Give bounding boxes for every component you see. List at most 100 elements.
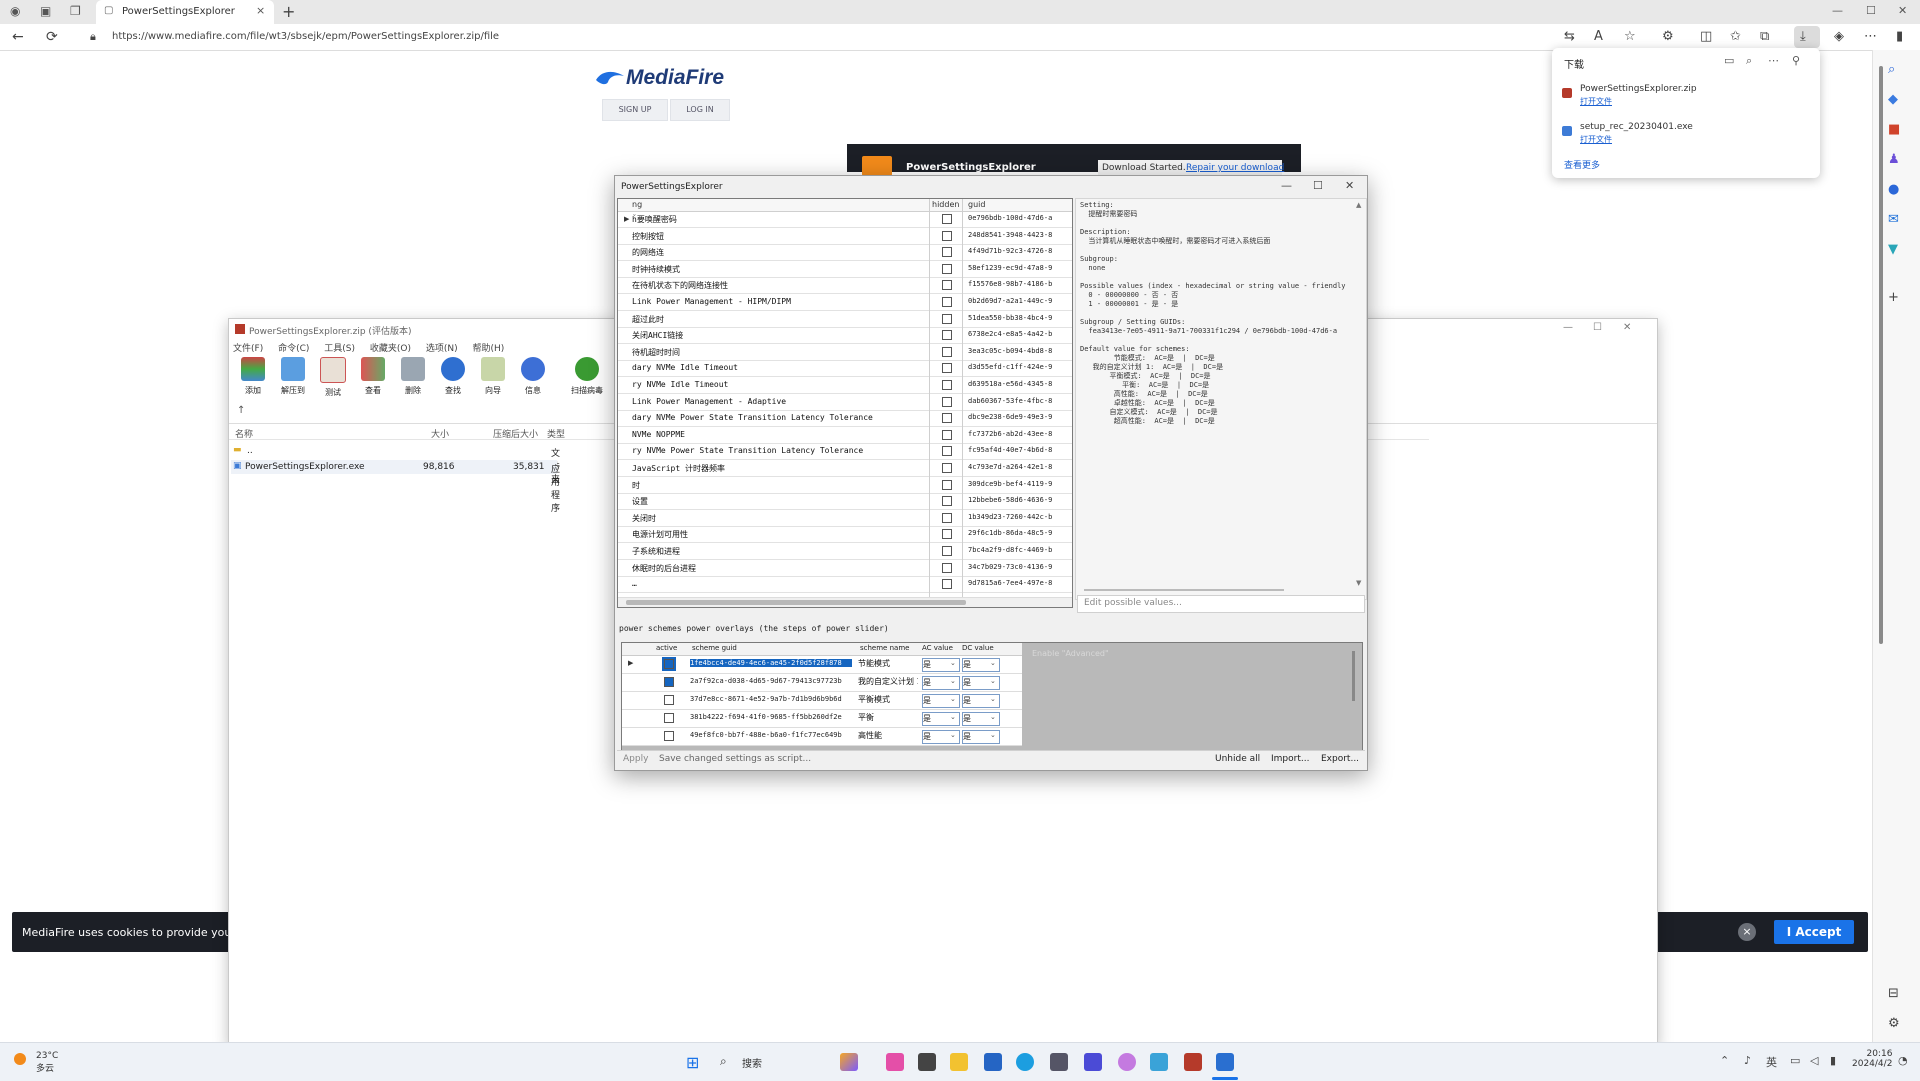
setting-row[interactable]: NVMe NOPPME fc7372b6-ab2d-43ee-8: [618, 427, 1072, 444]
hidden-checkbox[interactable]: [942, 297, 952, 307]
notifications-icon[interactable]: ◔: [1898, 1054, 1908, 1067]
url-field[interactable]: https://www.mediafire.com/file/wt3/sbsej…: [112, 31, 499, 42]
hidden-checkbox[interactable]: [942, 346, 952, 357]
save-script-button[interactable]: Save changed settings as script...: [659, 754, 811, 764]
chevron-down-icon[interactable]: ⌄: [950, 677, 956, 685]
setting-row[interactable]: ry NVMe Idle Timeout d639518a-e56d-4345-8: [618, 377, 1072, 394]
col-scheme-guid[interactable]: scheme guid: [692, 644, 737, 652]
tool-wizard[interactable]: 向导: [477, 357, 509, 401]
maximize-button[interactable]: ☐: [1866, 4, 1876, 17]
log-in-button[interactable]: LOG IN: [670, 99, 730, 121]
shopping-icon[interactable]: ◆: [1888, 92, 1898, 107]
chevron-down-icon[interactable]: ⌄: [950, 731, 956, 739]
tool-test[interactable]: 测试: [317, 357, 349, 401]
downloads-icon[interactable]: ⤓: [1800, 29, 1806, 44]
setting-row[interactable]: … 9d7815a6-7ee4-497e-8: [618, 576, 1072, 594]
setting-row[interactable]: 时钟持续模式 58ef1239-ec9d-47a8-9: [618, 261, 1072, 278]
chevron-down-icon[interactable]: ⌄: [990, 695, 996, 703]
scheme-scrollbar-thumb[interactable]: [1352, 651, 1355, 701]
scheme-row[interactable]: 49ef8fc0-bb7f-488e-b6a0-f1fc77ec649b 高性能是…: [622, 728, 1022, 746]
repair-download-link[interactable]: Repair your download: [1186, 163, 1284, 173]
task-view-icon[interactable]: [918, 1053, 936, 1071]
input-method-icon[interactable]: 英: [1766, 1054, 1777, 1070]
search-downloads-icon[interactable]: ⌕: [1746, 54, 1752, 68]
active-checkbox[interactable]: [664, 713, 674, 723]
tab-close-icon[interactable]: ×: [256, 4, 265, 17]
hidden-checkbox[interactable]: [942, 363, 952, 374]
workspaces-icon[interactable]: ▣: [40, 4, 51, 18]
tool-extract[interactable]: 解压到: [277, 357, 309, 401]
hidden-checkbox[interactable]: [942, 313, 952, 324]
battery-icon[interactable]: ▮: [1830, 1054, 1836, 1067]
mic-icon[interactable]: ♪: [1744, 1054, 1751, 1067]
profile-icon[interactable]: ◉: [10, 4, 20, 18]
more-menu-icon[interactable]: ⋯: [1864, 29, 1877, 44]
chevron-down-icon[interactable]: ⌄: [950, 713, 956, 721]
setting-row[interactable]: Link Power Management - Adaptive dab60367…: [618, 394, 1072, 411]
scheme-row[interactable]: ▶ 1fe4bcc4-de49-4ec6-ae45-2f0d5f28f878 节能模…: [622, 656, 1022, 674]
open-file-link[interactable]: 打开文件: [1580, 96, 1612, 107]
grid-hscroll[interactable]: [618, 597, 1072, 607]
power-settings-taskbar-icon[interactable]: [1216, 1053, 1234, 1071]
menu-commands[interactable]: 命令(C): [278, 344, 309, 354]
notepad-icon[interactable]: [1150, 1053, 1168, 1071]
back-icon[interactable]: ←: [12, 29, 24, 45]
hidden-checkbox[interactable]: [942, 562, 952, 573]
download-item-name[interactable]: setup_rec_20230401.exe: [1580, 122, 1693, 132]
tool-virus-scan[interactable]: 扫描病毒: [571, 357, 603, 401]
setting-row[interactable]: 超过此时 51dea550-bb38-4bc4-9: [618, 311, 1072, 328]
menu-tools[interactable]: 工具(S): [324, 344, 355, 354]
menu-favorites[interactable]: 收藏夹(O): [370, 344, 411, 354]
winrar-minimize-button[interactable]: —: [1563, 322, 1573, 333]
setting-row[interactable]: 在待机状态下的网络连接性 f15576e8-98b7-4186-b: [618, 277, 1072, 295]
setting-row[interactable]: dary NVMe Power State Transition Latency…: [618, 410, 1072, 428]
hidden-checkbox[interactable]: [942, 280, 952, 291]
mediafire-logo[interactable]: MediaFire: [626, 66, 724, 90]
store-icon[interactable]: [984, 1053, 1002, 1071]
collections-icon[interactable]: ⧉: [1760, 29, 1769, 44]
taskbar-clock[interactable]: 20:16 2024/4/2: [1852, 1049, 1892, 1069]
winrar-close-button[interactable]: ✕: [1623, 322, 1631, 333]
read-aloud-icon[interactable]: A: [1594, 29, 1603, 44]
tab-actions-icon[interactable]: ❐: [70, 4, 81, 18]
favorite-star-icon[interactable]: ☆: [1624, 29, 1636, 44]
hidden-checkbox[interactable]: [942, 512, 952, 523]
hidden-checkbox[interactable]: [942, 479, 952, 490]
extensions-icon[interactable]: ⚙: [1662, 29, 1674, 44]
accept-cookies-button[interactable]: I Accept: [1774, 920, 1854, 944]
grid-hscroll-thumb[interactable]: [626, 600, 966, 605]
desc-hscroll-thumb[interactable]: [1084, 589, 1284, 591]
tool-view[interactable]: 查看: [357, 357, 389, 401]
more-options-icon[interactable]: ⋯: [1768, 54, 1779, 67]
chevron-down-icon[interactable]: ⌄: [990, 713, 996, 721]
chevron-down-icon[interactable]: ⌄: [990, 659, 996, 667]
active-checkbox[interactable]: [664, 677, 674, 687]
lock-icon[interactable]: 🔒︎: [90, 30, 96, 44]
import-button[interactable]: Import...: [1271, 754, 1309, 764]
setting-row[interactable]: JavaScript 计时器频率 4c793e7d-a264-42e1-8: [618, 460, 1072, 477]
sidebar-toggle-icon[interactable]: ▮: [1896, 29, 1903, 44]
add-sidebar-app-icon[interactable]: +: [1888, 290, 1899, 305]
see-more-link[interactable]: 查看更多: [1564, 158, 1600, 171]
split-screen-icon[interactable]: ◫: [1700, 29, 1712, 44]
setting-row[interactable]: 设置 12bbebe6-58d6-4636-9: [618, 493, 1072, 511]
scroll-up-arrow-icon[interactable]: ▲: [1356, 201, 1361, 209]
active-checkbox[interactable]: [662, 657, 676, 671]
export-button[interactable]: Export...: [1321, 754, 1359, 764]
pin-icon[interactable]: ⚲: [1792, 54, 1800, 67]
hidden-checkbox[interactable]: [942, 496, 952, 507]
favorites-icon[interactable]: ✩: [1730, 29, 1741, 44]
setting-row[interactable]: 待机超时时间 3ea3c05c-b094-4bd8-8: [618, 344, 1072, 361]
minimize-button[interactable]: —: [1832, 4, 1843, 17]
setting-row[interactable]: Link Power Management - HIPM/DIPM 0b2d69d…: [618, 294, 1072, 311]
games-icon[interactable]: ♟: [1888, 152, 1900, 167]
chevron-down-icon[interactable]: ⌄: [990, 677, 996, 685]
setting-row[interactable]: 关闭AHCI链接 6738e2c4-e8a5-4a42-b: [618, 327, 1072, 345]
col-hidden[interactable]: hidden: [932, 200, 959, 209]
active-checkbox[interactable]: [664, 731, 674, 741]
scheme-row[interactable]: 37d7e8cc-8671-4e52-9a7b-7d1b9d6b9b6d 平衡模式…: [622, 692, 1022, 710]
search-icon[interactable]: ⌕: [1888, 62, 1895, 77]
menu-file[interactable]: 文件(F): [233, 344, 263, 354]
col-ac-value[interactable]: AC value: [922, 644, 953, 652]
pse-maximize-button[interactable]: ☐: [1313, 179, 1323, 192]
